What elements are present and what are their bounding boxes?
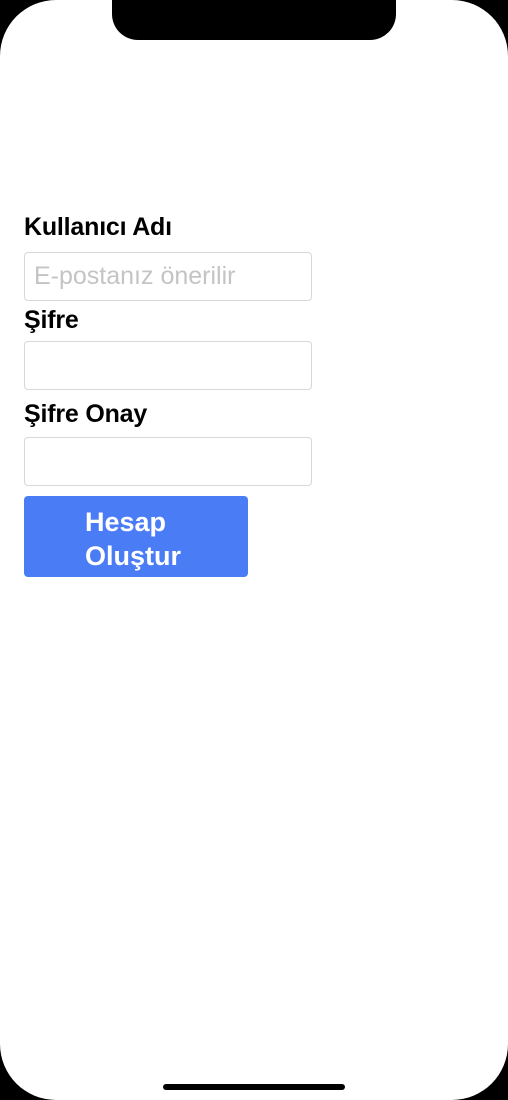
home-indicator bbox=[163, 1084, 345, 1090]
username-label: Kullanıcı Adı bbox=[24, 213, 172, 241]
password-input[interactable] bbox=[24, 341, 312, 390]
app-screen: Kullanıcı Adı Şifre Şifre Onay Hesap Olu… bbox=[0, 0, 508, 1100]
device-frame: Kullanıcı Adı Şifre Şifre Onay Hesap Olu… bbox=[0, 0, 508, 1100]
password-confirm-input[interactable] bbox=[24, 437, 312, 486]
username-input[interactable] bbox=[24, 252, 312, 301]
create-account-button[interactable]: Hesap Oluştur bbox=[24, 496, 248, 577]
password-confirm-label: Şifre Onay bbox=[24, 400, 148, 428]
password-label: Şifre bbox=[24, 306, 79, 334]
device-notch bbox=[112, 0, 396, 40]
